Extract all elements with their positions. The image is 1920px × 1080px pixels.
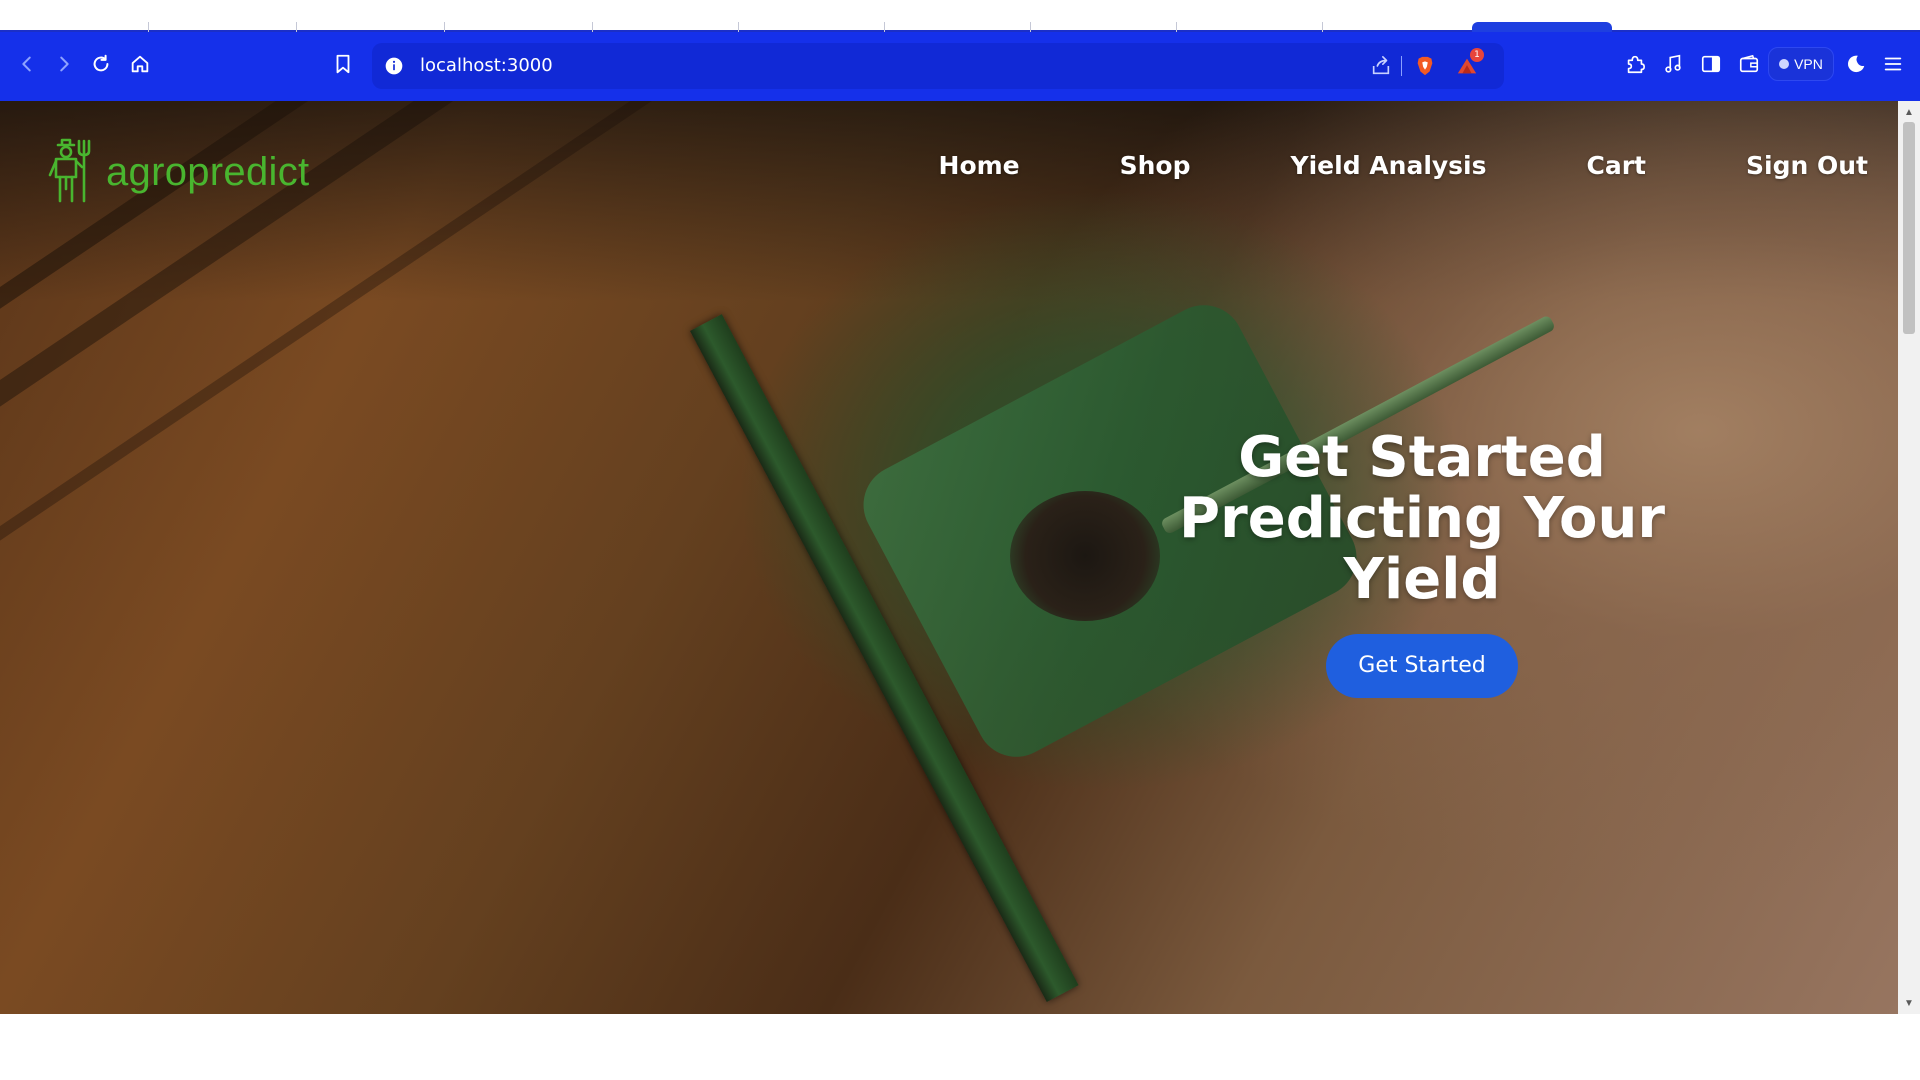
tab-separator [1030, 22, 1031, 32]
tab-separator [296, 22, 297, 32]
hero-section: Get Started Predicting Your Yield Get St… [1134, 427, 1710, 698]
page-viewport: agropredict Home Shop Yield Analysis Car… [0, 101, 1898, 1014]
media-icon [1665, 54, 1681, 73]
get-started-button[interactable]: Get Started [1326, 634, 1518, 698]
brave-rewards-button[interactable]: 1 [1452, 48, 1484, 81]
tab-separator [884, 22, 885, 32]
nav-yield-analysis[interactable]: Yield Analysis [1291, 151, 1487, 180]
logo-text: agropredict [106, 150, 310, 194]
info-icon [385, 57, 403, 75]
scroll-thumb[interactable] [1903, 122, 1915, 334]
site-info-button[interactable] [382, 54, 406, 78]
forward-button[interactable] [46, 46, 82, 82]
bookmark-button[interactable] [325, 46, 361, 82]
nav-home[interactable]: Home [939, 151, 1020, 180]
sidebar-button[interactable] [1693, 46, 1729, 82]
home-icon [131, 55, 149, 73]
tab-separator [1322, 22, 1323, 32]
tab-strip [0, 0, 1920, 32]
leo-ai-button[interactable] [1838, 46, 1874, 82]
nav-shop[interactable]: Shop [1120, 151, 1191, 180]
nav-cart[interactable]: Cart [1587, 151, 1647, 180]
main-menu-button[interactable] [1875, 46, 1911, 82]
tab-separator [148, 22, 149, 32]
menu-icon [1884, 57, 1902, 71]
scroll-down-arrow[interactable]: ▼ [1898, 994, 1920, 1012]
leo-icon [1847, 55, 1865, 73]
vpn-button[interactable]: VPN [1768, 47, 1834, 81]
bookmark-icon [336, 54, 350, 74]
site-logo[interactable]: agropredict [44, 137, 309, 208]
browser-toolbar: localhost:3000 1 VPN [0, 32, 1920, 101]
url-text[interactable]: localhost:3000 [420, 43, 553, 89]
url-divider [1401, 56, 1402, 76]
sidebar-icon [1701, 55, 1721, 73]
main-nav: Home Shop Yield Analysis Cart Sign Out [939, 151, 1868, 180]
forward-icon [60, 56, 69, 72]
tab-separator [1176, 22, 1177, 32]
notification-badge: 1 [1470, 48, 1484, 62]
address-bar[interactable]: localhost:3000 1 [372, 43, 1504, 89]
tab-separator [738, 22, 739, 32]
vpn-status-dot [1779, 59, 1790, 69]
extensions-icon [1627, 55, 1645, 74]
reload-icon [93, 54, 109, 72]
brave-shield-icon [1417, 56, 1433, 76]
hero-title: Get Started Predicting Your Yield [1179, 425, 1665, 612]
reload-button[interactable] [83, 46, 119, 82]
share-button[interactable] [1366, 51, 1396, 81]
back-icon [22, 56, 31, 72]
brave-shields-button[interactable] [1410, 51, 1440, 81]
vpn-label: VPN [1794, 56, 1823, 72]
nav-sign-out[interactable]: Sign Out [1746, 151, 1868, 180]
home-button[interactable] [122, 46, 158, 82]
share-icon [1372, 56, 1390, 75]
wallet-icon [1739, 54, 1759, 73]
farmer-icon [44, 137, 94, 208]
extensions-button[interactable] [1617, 46, 1653, 82]
media-button[interactable] [1655, 46, 1691, 82]
tab-active[interactable] [1472, 22, 1612, 32]
tab-separator [444, 22, 445, 32]
back-button[interactable] [9, 46, 45, 82]
scroll-up-arrow[interactable]: ▲ [1898, 103, 1920, 121]
tab-separator [592, 22, 593, 32]
wallet-button[interactable] [1731, 46, 1767, 82]
vertical-scrollbar[interactable]: ▲ ▼ [1898, 101, 1920, 1014]
